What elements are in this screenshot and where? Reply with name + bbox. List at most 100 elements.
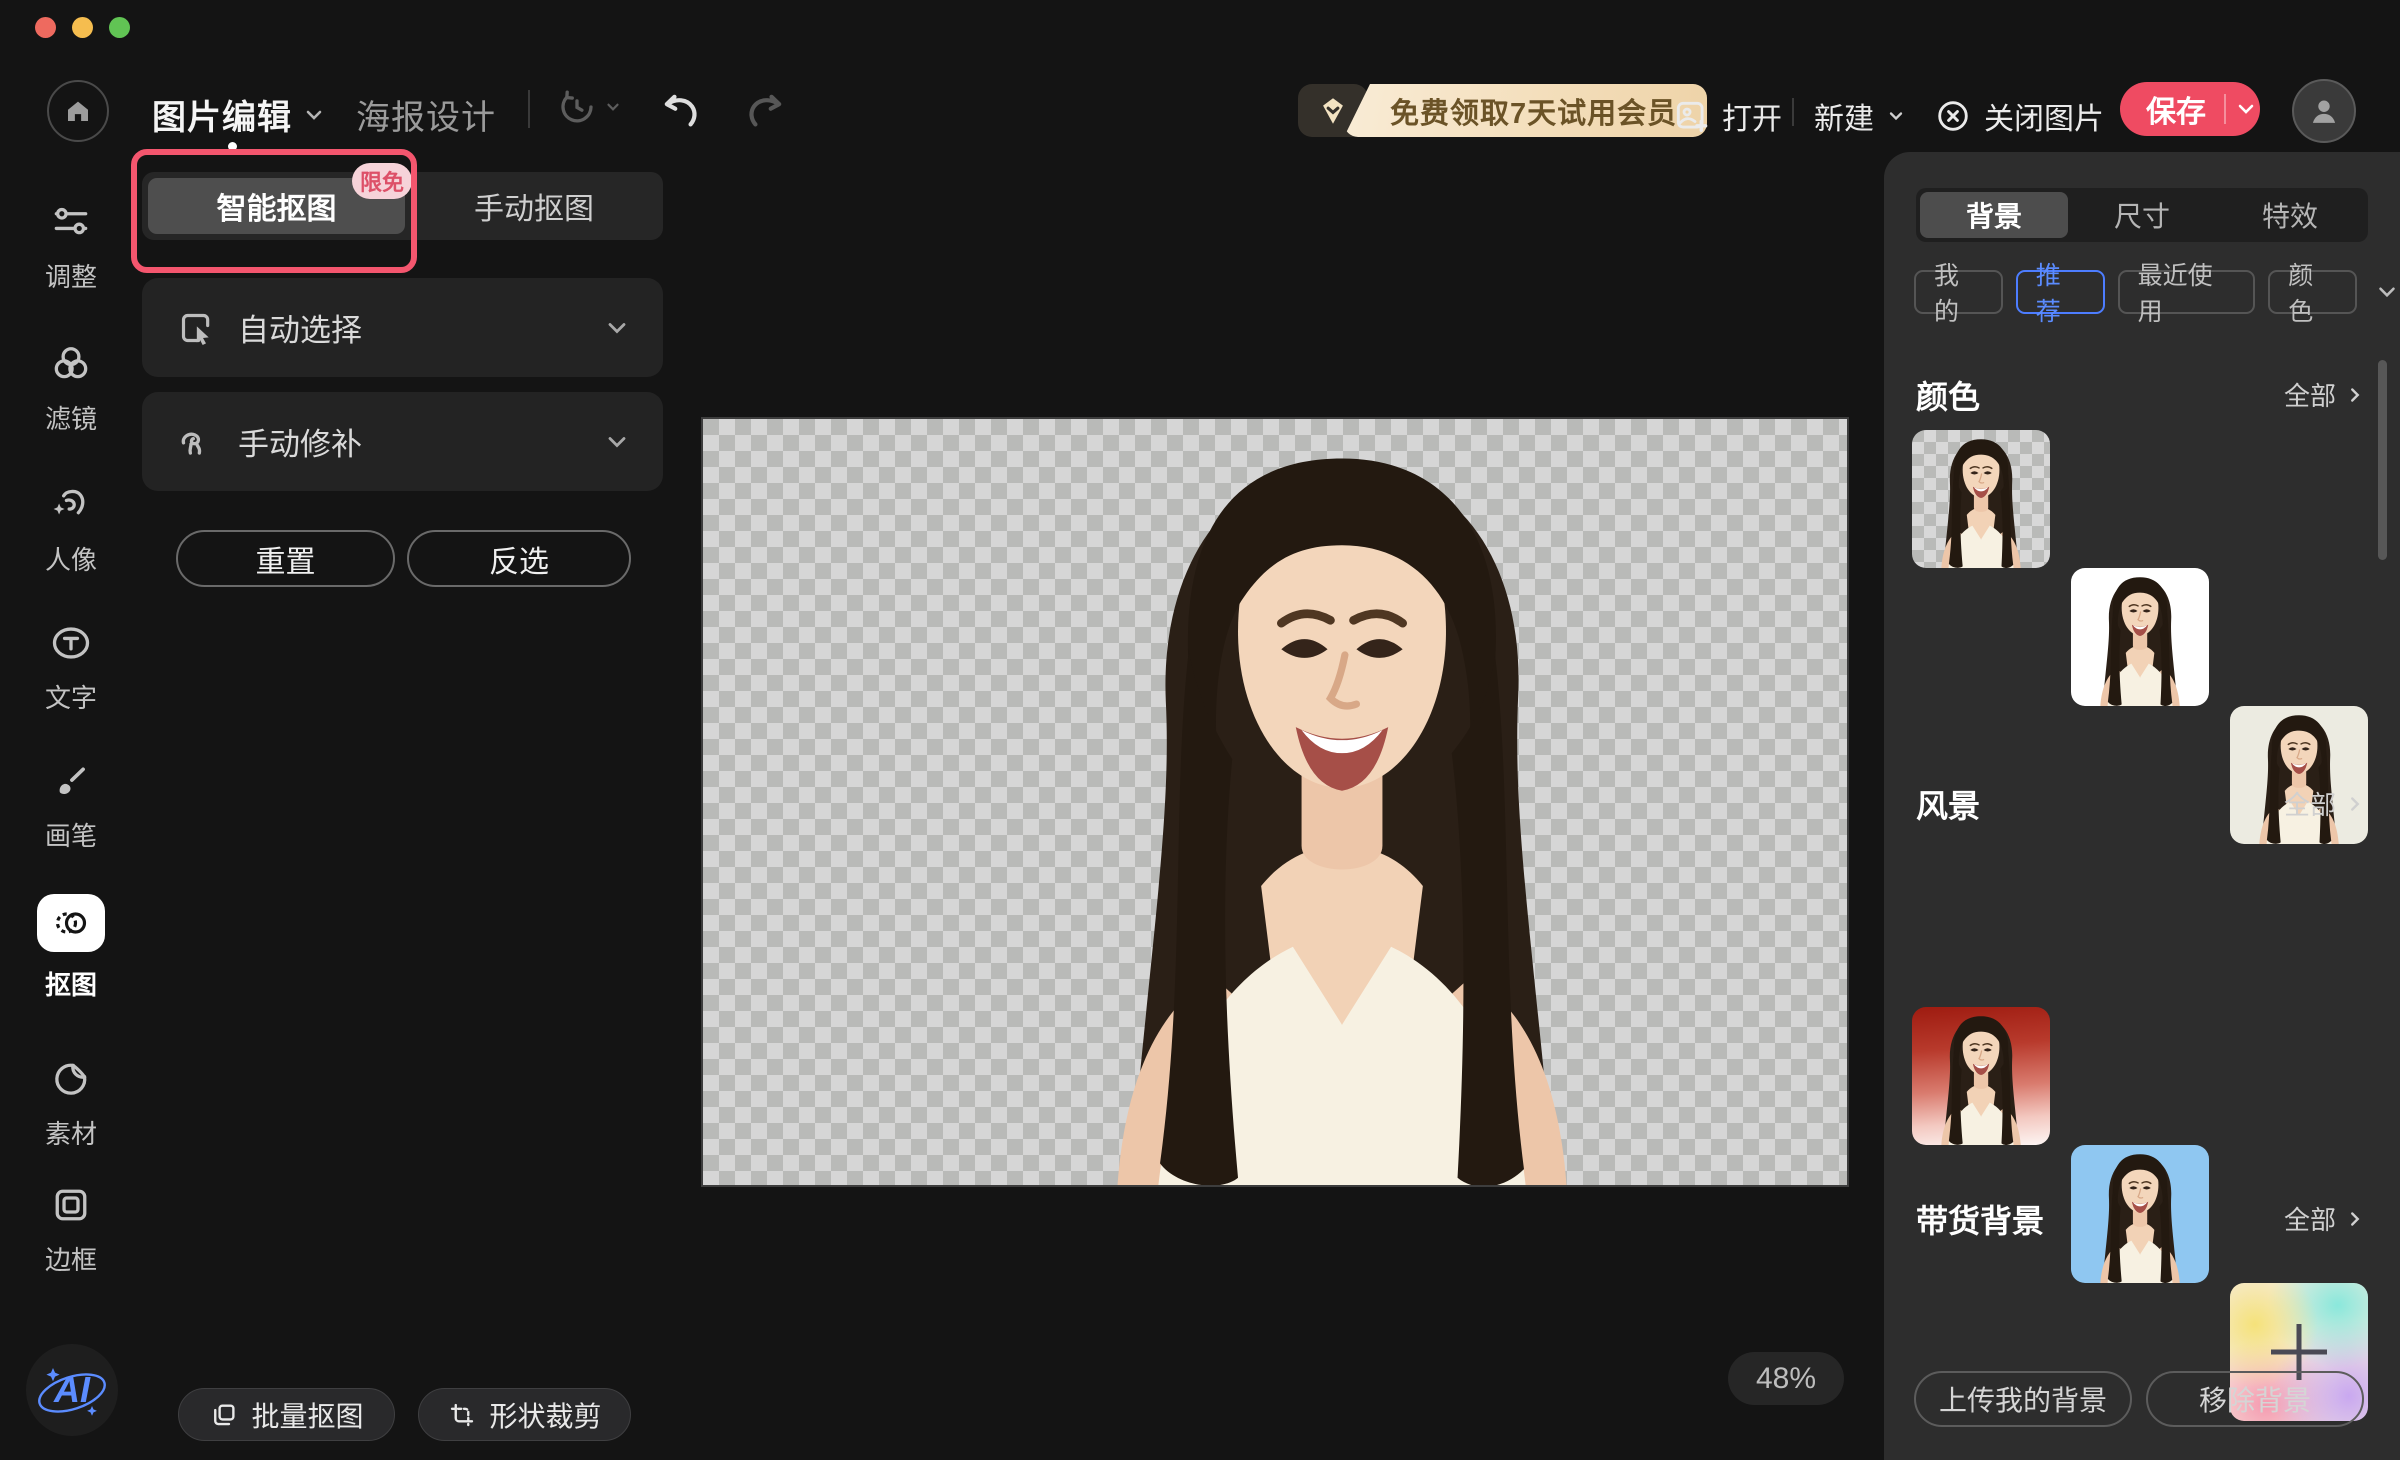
close-circle-icon [1934,97,1972,135]
upload-background-label: 上传我的背景 [1938,1385,2107,1416]
sidebar-item-portrait[interactable]: 人像 [0,483,142,577]
user-icon [2305,92,2343,130]
invert-selection-button[interactable]: 反选 [407,530,631,587]
tab-manual-cutout-label: 手动抠图 [474,193,594,226]
chevron-right-icon [2344,793,2366,815]
chevron-down-icon[interactable] [2234,97,2258,121]
ai-assistant-button[interactable]: AI [26,1344,118,1436]
ai-assistant-label: AI [54,1369,90,1410]
tab-effects[interactable]: 特效 [2216,192,2364,238]
products-see-all-link[interactable]: 全部 [2284,1200,2366,1237]
section-title-products: 带货背景 [1916,1203,2045,1239]
save-button[interactable]: 保存 [2120,82,2260,136]
scenes-see-all-link[interactable]: 全部 [2284,785,2366,822]
sidebar-item-label: 素材 [44,1119,97,1149]
redo-icon [742,88,788,134]
auto-select-label: 自动选择 [238,313,362,348]
batch-folder-icon [209,1400,239,1430]
remove-background-button[interactable]: 移除背景 [2146,1371,2364,1427]
cutout-icon [37,894,105,952]
home-icon [63,96,93,126]
shape-crop-label: 形状裁剪 [489,1400,602,1432]
chevron-down-icon[interactable] [2374,279,2400,305]
see-all-label: 全部 [2283,1205,2336,1235]
batch-cutout-label: 批量抠图 [251,1400,364,1432]
background-thumbnail-transparent[interactable] [1912,430,2050,568]
chip-recommended[interactable]: 推荐 [2015,262,2105,326]
manual-repair-card[interactable]: 手动修补 [142,392,663,491]
canvas[interactable] [701,417,1849,1187]
open-button-label: 打开 [1722,103,1782,136]
sticker-icon [49,1057,93,1101]
see-all-label: 全部 [2283,790,2336,820]
background-thumbnail-white[interactable] [2071,568,2209,706]
frame-icon [49,1183,93,1227]
text-icon [49,621,93,665]
vip-trial-banner[interactable]: 免费领取7天试用会员 [1298,84,1708,137]
portrait-face-icon [49,483,93,527]
open-image-icon [1672,97,1710,135]
zoom-level-badge[interactable]: 48% [1728,1352,1844,1405]
redo-button[interactable] [742,88,788,134]
auto-select-card[interactable]: 自动选择 [142,278,663,377]
vip-trial-banner-label: 免费领取7天试用会员 [1344,84,1708,137]
manual-repair-label: 手动修补 [238,427,362,462]
remove-background-label: 移除背景 [2198,1385,2311,1416]
chevron-down-icon[interactable] [603,314,631,342]
colors-see-all-link[interactable]: 全部 [2284,376,2366,413]
tab-effects-label: 特效 [2261,201,2318,232]
undo-button[interactable] [658,88,704,134]
chevron-down-icon [302,103,326,127]
sidebar-item-adjust[interactable]: 调整 [0,200,142,294]
sidebar-item-cutout[interactable]: 抠图 [0,894,142,1002]
history-button[interactable] [556,86,622,128]
background-thumbnail-blue[interactable] [2071,1145,2209,1283]
sidebar-item-border[interactable]: 边框 [0,1183,142,1277]
chevron-down-icon[interactable] [603,428,631,456]
background-thumbnail-red-gradient[interactable] [1912,1007,2050,1145]
manual-repair-icon [176,422,216,462]
tab-size-label: 尺寸 [2113,201,2170,232]
panel-tabs: 背景 尺寸 特效 [1916,188,2368,242]
tab-manual-cutout[interactable]: 手动抠图 [405,172,663,240]
close-window-button[interactable] [35,17,56,38]
sidebar-item-label: 滤镜 [44,404,97,434]
chevron-right-icon [2344,384,2366,406]
tab-image-edit[interactable]: 图片编辑 [152,90,326,139]
batch-cutout-button[interactable]: 批量抠图 [178,1388,395,1441]
sidebar-item-text[interactable]: 文字 [0,621,142,715]
chip-recently-used[interactable]: 最近使用 [2117,262,2256,326]
sidebar-item-label: 文字 [44,683,97,713]
portrait-preview [2248,708,2350,844]
sidebar-item-label: 边框 [44,1245,97,1275]
zoom-window-button[interactable] [109,17,130,38]
close-image-label: 关闭图片 [1984,103,2104,136]
sidebar-item-material[interactable]: 素材 [0,1057,142,1151]
crop-icon [447,1400,477,1430]
photo-editor-window: 图片编辑 海报设计 免费领取7天试用会员 打开 新建 关闭图片 保存 调整 滤镜… [0,0,2400,1460]
close-image-button[interactable]: 关闭图片 [1934,94,2104,138]
section-title-colors: 颜色 [1916,379,1981,415]
panel-scrollbar[interactable] [2378,360,2387,560]
chevron-down-icon [1886,106,1906,126]
tab-background[interactable]: 背景 [1920,192,2068,238]
sidebar-item-filter[interactable]: 滤镜 [0,342,142,436]
tab-poster-design[interactable]: 海报设计 [356,90,496,139]
save-button-label: 保存 [2146,96,2206,129]
tab-size[interactable]: 尺寸 [2068,192,2216,238]
user-avatar[interactable] [2292,79,2356,143]
open-button[interactable]: 打开 [1672,94,1782,138]
topbar-divider [528,90,530,128]
sidebar-item-brush[interactable]: 画笔 [0,759,142,853]
sidebar-item-label: 画笔 [44,821,97,851]
history-icon [556,86,598,128]
background-thumbnail-beige[interactable] [2230,706,2368,844]
shape-crop-button[interactable]: 形状裁剪 [418,1388,631,1441]
upload-background-button[interactable]: 上传我的背景 [1914,1371,2132,1427]
chip-color[interactable]: 颜色 [2268,262,2357,326]
home-button[interactable] [47,80,109,142]
chip-mine[interactable]: 我的 [1914,262,2003,326]
new-button[interactable]: 新建 [1814,94,1906,138]
reset-button[interactable]: 重置 [176,530,395,587]
minimize-window-button[interactable] [72,17,93,38]
